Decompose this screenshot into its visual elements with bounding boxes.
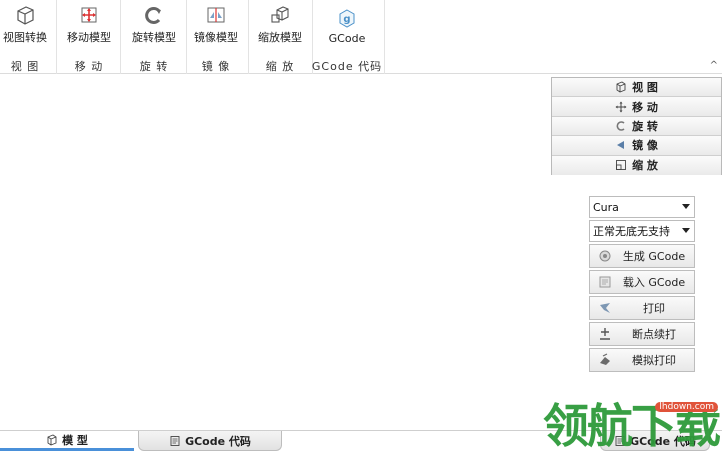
rotate-icon [145, 7, 161, 24]
mirror-icon [617, 141, 625, 150]
generate-gcode-label: 生成 GCode [622, 250, 686, 263]
chevron-down-icon[interactable] [682, 204, 690, 209]
view-convert-button[interactable]: 视图转换 [3, 0, 47, 48]
group-label-scale: 缩 放 [265, 60, 295, 73]
view-panel-rotate-button[interactable]: 旋 转 [552, 116, 721, 137]
mirror-icon [207, 7, 225, 23]
view-panel-scale-label: 缩 放 [632, 159, 658, 173]
rotate-model-label: 旋转模型 [132, 31, 176, 44]
document-icon [170, 435, 180, 446]
slicer-select-value: Cura [593, 200, 619, 214]
ribbon-group-rotate: 旋转模型 旋 转 [126, 0, 182, 74]
view-panel-mirror-label: 镜 像 [632, 139, 658, 153]
view-panel-scale-button[interactable]: 缩 放 [552, 155, 721, 175]
ribbon-group-gcode: g GCode GCode 代码 [311, 0, 383, 74]
view-panel-view-label: 视 图 [632, 81, 658, 95]
generate-gcode-button[interactable]: 生成 GCode [589, 244, 695, 268]
print-button[interactable]: 打印 [589, 296, 695, 320]
view-panel: 视 图 移 动 旋 转 镜 像 缩 放 [551, 77, 722, 175]
tab-model-label: 模 型 [62, 433, 88, 447]
svg-text:g: g [343, 14, 350, 25]
gcode-label: GCode [328, 32, 366, 45]
cube-icon [616, 81, 626, 93]
resume-print-button[interactable]: 断点续打 [589, 322, 695, 346]
group-label-view: 视 图 [10, 60, 40, 73]
view-panel-view-button[interactable]: 视 图 [552, 78, 721, 98]
print-label: 打印 [643, 302, 665, 315]
ribbon-divider [56, 0, 57, 74]
ribbon-group-scale: 缩放模型 缩 放 [252, 0, 308, 74]
rotate-icon [616, 121, 625, 131]
view-panel-mirror-button[interactable]: 镜 像 [552, 136, 721, 156]
simulate-icon [600, 353, 610, 365]
support-select[interactable]: 正常无底无支持 [589, 220, 695, 242]
ribbon-divider [186, 0, 187, 74]
collapse-ribbon-icon[interactable]: ^ [710, 60, 718, 71]
ribbon-divider [120, 0, 121, 74]
view-panel-move-button[interactable]: 移 动 [552, 97, 721, 117]
chevron-down-icon[interactable] [682, 228, 690, 233]
gcode-button[interactable]: g GCode [328, 0, 366, 48]
ribbon-group-move: 移动模型 移 动 [62, 0, 116, 74]
view-panel-rotate-label: 旋 转 [632, 119, 658, 133]
ribbon-divider [248, 0, 249, 74]
watermark: 领航下载 lhdown.com [541, 396, 722, 456]
cube-icon [47, 433, 57, 446]
tab-gcode-label: GCode 代码 [185, 434, 251, 448]
scale-icon [616, 160, 627, 171]
watermark-url: lhdown.com [655, 402, 718, 412]
ribbon-toolbar: 视图转换 视 图 移动模型 移 动 旋转模型 旋 转 镜像模型 镜 像 缩放模型 [0, 0, 722, 74]
group-label-rotate: 旋 转 [139, 60, 169, 73]
resume-print-label: 断点续打 [632, 328, 676, 341]
scale-model-button[interactable]: 缩放模型 [258, 0, 302, 48]
move-model-button[interactable]: 移动模型 [67, 0, 111, 48]
load-icon [599, 276, 611, 288]
move-icon [81, 7, 97, 23]
resume-print-icon [600, 328, 610, 340]
mirror-model-button[interactable]: 镜像模型 [194, 0, 238, 48]
tab-model[interactable]: 模 型 [0, 431, 134, 451]
ribbon-divider [384, 0, 385, 74]
load-gcode-button[interactable]: 载入 GCode [589, 270, 695, 294]
gcode-icon: g [339, 9, 355, 28]
ribbon-group-mirror: 镜像模型 镜 像 [190, 0, 242, 74]
tab-gcode[interactable]: GCode 代码 [138, 431, 282, 451]
generate-icon [599, 250, 611, 262]
simulate-print-label: 模拟打印 [632, 354, 676, 367]
view-convert-label: 视图转换 [3, 31, 47, 44]
group-label-move: 移 动 [74, 60, 104, 73]
print-panel: Cura 正常无底无支持 生成 GCode 载入 GCode 打印 断点续打 模… [589, 196, 695, 374]
load-gcode-label: 载入 GCode [622, 276, 686, 289]
rotate-model-button[interactable]: 旋转模型 [132, 0, 176, 48]
view-panel-move-label: 移 动 [632, 100, 658, 114]
scale-model-label: 缩放模型 [258, 31, 302, 44]
move-model-label: 移动模型 [67, 31, 111, 44]
slicer-select[interactable]: Cura [589, 196, 695, 218]
support-select-value: 正常无底无支持 [593, 225, 670, 238]
move-icon [615, 101, 627, 113]
simulate-print-button[interactable]: 模拟打印 [589, 348, 695, 372]
group-label-mirror: 镜 像 [201, 60, 231, 73]
cube-icon [17, 6, 34, 25]
group-label-gcode: GCode 代码 [311, 60, 383, 73]
print-icon [600, 303, 610, 313]
ribbon-group-view: 视图转换 视 图 [0, 0, 50, 74]
scale-icon [271, 6, 289, 23]
mirror-model-label: 镜像模型 [194, 31, 238, 44]
